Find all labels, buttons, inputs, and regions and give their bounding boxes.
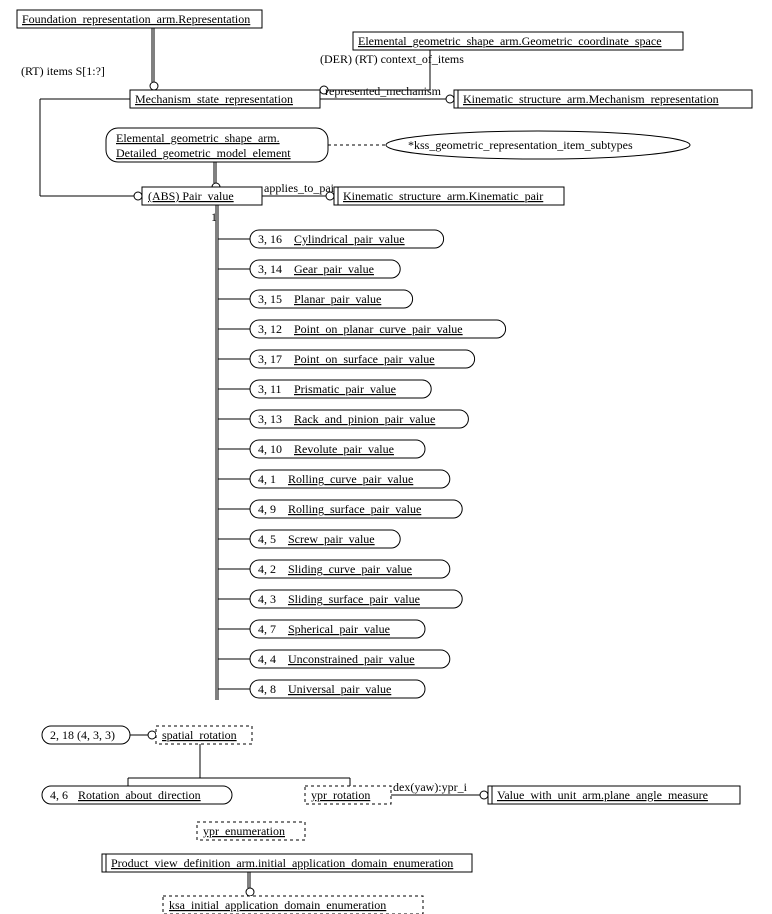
pair-value-label: (ABS) Pair_value <box>148 189 234 203</box>
pv-pg-11: 4, 2 <box>258 562 276 576</box>
product-view-box-edge <box>102 854 106 872</box>
pv-pg-4: 3, 17 <box>258 352 282 366</box>
applies-label: applies_to_pair <box>264 181 338 195</box>
pv-name-10: Screw_pair_value <box>288 532 375 546</box>
kin-pair-label: Kinematic_structure_arm.Kinematic_pair <box>343 189 543 203</box>
kss-subtypes-label: *kss_geometric_representation_item_subty… <box>408 138 633 152</box>
pv-name-4: Point_on_surface_pair_value <box>294 352 435 366</box>
pv-pg-8: 4, 1 <box>258 472 276 486</box>
pv-name-3: Point_on_planar_curve_pair_value <box>294 322 463 336</box>
pv-name-2: Planar_pair_value <box>294 292 381 306</box>
kin-mech-label: Kinematic_structure_arm.Mechanism_repres… <box>463 92 719 106</box>
pv-pg-2: 3, 15 <box>258 292 282 306</box>
context-label: (DER) (RT) context_of_items <box>320 52 464 66</box>
page-218-label: 2, 18 (4, 3, 3) <box>50 728 115 742</box>
dex-yaw-label: dex(yaw):ypr_i <box>393 780 468 794</box>
plane-angle-box-edge <box>488 786 492 804</box>
mech-state-label: Mechanism_state_representation <box>135 92 293 106</box>
plane-angle-label: Value_with_unit_arm.plane_angle_measure <box>497 788 708 802</box>
pv-pg-7: 4, 10 <box>258 442 282 456</box>
elemental-coord-label: Elemental_geometric_shape_arm.Geometric_… <box>358 34 662 48</box>
pv-name-9: Rolling_surface_pair_value <box>288 502 421 516</box>
pv-name-11: Sliding_curve_pair_value <box>288 562 412 576</box>
pv-name-8: Rolling_curve_pair_value <box>288 472 413 486</box>
ypr-rotation-label: ypr_rotation <box>311 788 370 802</box>
: 4, 6 <box>50 788 68 802</box>
pv-pg-13: 4, 7 <box>258 622 276 636</box>
pv-name-15: Universal_pair_value <box>288 682 391 696</box>
express-g-diagram: Foundation_representation_arm.Representa… <box>0 0 772 914</box>
foundation-label: Foundation_representation_arm.Representa… <box>22 12 250 26</box>
pv-pg-3: 3, 12 <box>258 322 282 336</box>
ksa-enum-label: ksa_initial_application_domain_enumerati… <box>169 898 386 912</box>
pv-pg-12: 4, 3 <box>258 592 276 606</box>
pv-pg-10: 4, 5 <box>258 532 276 546</box>
ypr-enum-label: ypr_enumeration <box>203 824 285 838</box>
rotation-about-label: Rotation_about_direction <box>78 788 201 802</box>
pv-name-0: Cylindrical_pair_value <box>294 232 405 246</box>
repmech-label: represented_mechanism <box>325 84 442 98</box>
pv-name-12: Sliding_surface_pair_value <box>288 592 420 606</box>
pv-pg-6: 3, 13 <box>258 412 282 426</box>
pv-name-5: Prismatic_pair_value <box>294 382 396 396</box>
pv-name-14: Unconstrained_pair_value <box>288 652 415 666</box>
elemental-detail-l2: Detailed_geometric_model_element <box>116 146 291 160</box>
kin-pair-box-edge <box>334 187 338 205</box>
elemental-detail-l1: Elemental_geometric_shape_arm. <box>116 131 280 145</box>
pv-pg-5: 3, 11 <box>258 382 282 396</box>
pv-name-7: Revolute_pair_value <box>294 442 394 456</box>
pv-pg-0: 3, 16 <box>258 232 282 246</box>
spatial-rotation-label: spatial_rotation <box>162 728 237 742</box>
product-view-label: Product_view_definition_arm.initial_appl… <box>111 856 453 870</box>
pv-pg-15: 4, 8 <box>258 682 276 696</box>
pv-name-1: Gear_pair_value <box>294 262 374 276</box>
pv-name-6: Rack_and_pinion_pair_value <box>294 412 435 426</box>
pv-pg-1: 3, 14 <box>258 262 282 276</box>
pv-pg-9: 4, 9 <box>258 502 276 516</box>
pv-name-13: Spherical_pair_value <box>288 622 390 636</box>
kin-mech-box-edge <box>454 90 458 108</box>
pv-pg-14: 4, 4 <box>258 652 276 666</box>
rt-items-label: (RT) items S[1:?] <box>21 64 105 78</box>
